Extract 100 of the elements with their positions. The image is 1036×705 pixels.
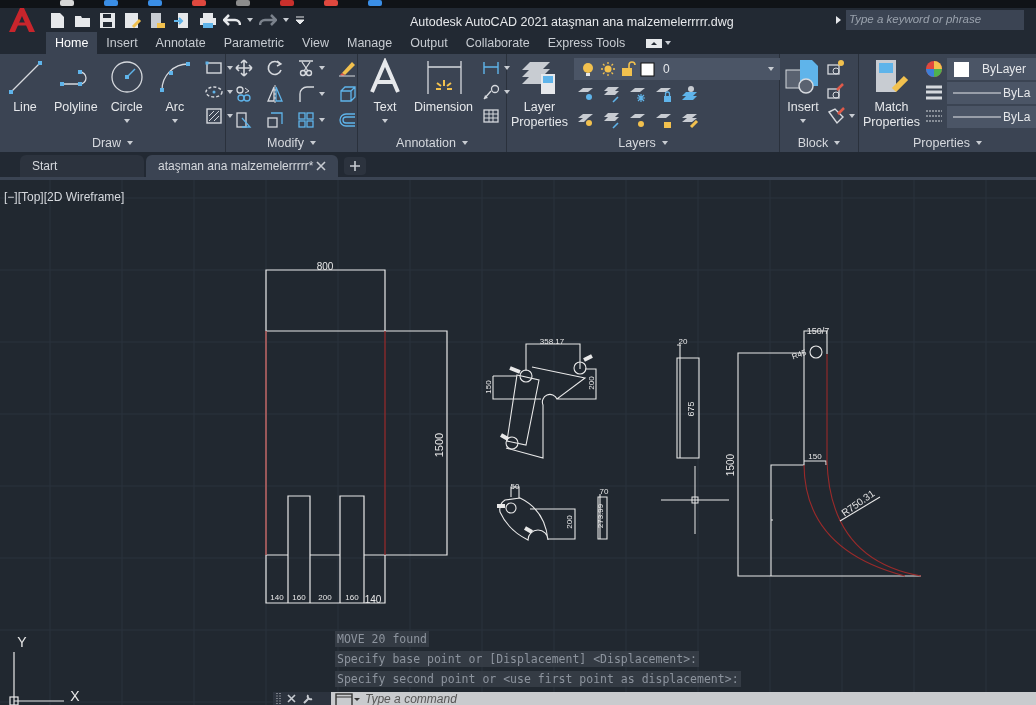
lightbulb-icon[interactable] <box>580 61 596 77</box>
caret-icon[interactable] <box>226 90 233 94</box>
caret-icon[interactable] <box>382 119 388 123</box>
panel-title[interactable]: Annotation <box>396 133 456 153</box>
caret-icon[interactable] <box>226 114 233 118</box>
fillet-icon[interactable] <box>296 84 316 104</box>
move-icon[interactable] <box>234 58 254 78</box>
tool-button[interactable]: Match Properties <box>861 54 922 132</box>
autocad-logo-icon[interactable] <box>7 6 37 34</box>
array-icon[interactable] <box>296 110 316 130</box>
tool-button[interactable]: Text <box>364 54 406 132</box>
table-icon[interactable] <box>481 106 502 126</box>
ribbon-tab[interactable]: Insert <box>97 32 147 54</box>
mirror-icon[interactable] <box>265 84 285 104</box>
search-field[interactable]: Type a keyword or phrase <box>846 10 1024 30</box>
print-icon[interactable] <box>198 10 217 30</box>
taskbar-icon[interactable] <box>104 0 118 6</box>
taskbar-icon[interactable] <box>192 0 206 6</box>
property-dropdown[interactable]: ByLa <box>947 106 1036 128</box>
caret-icon[interactable] <box>768 67 774 71</box>
caret-icon[interactable] <box>849 114 855 118</box>
tool-button[interactable]: Line <box>4 54 46 132</box>
ribbon-tab[interactable]: View <box>293 32 338 54</box>
caret-icon[interactable] <box>319 118 325 122</box>
close-icon[interactable] <box>287 692 296 705</box>
taskbar-icon[interactable] <box>60 0 74 6</box>
caret-icon[interactable] <box>309 141 316 145</box>
tool-button[interactable]: Arc <box>153 54 196 132</box>
open-from-web-icon[interactable] <box>148 10 167 30</box>
panel-title[interactable]: Block <box>797 133 829 153</box>
caret-icon[interactable] <box>665 41 672 45</box>
create-block-icon[interactable] <box>826 58 846 78</box>
caret-icon[interactable] <box>661 141 668 145</box>
taskbar-icon[interactable] <box>324 0 338 6</box>
taskbar-icon[interactable] <box>280 0 294 6</box>
taskbar-icon[interactable] <box>236 0 250 6</box>
caret-icon[interactable] <box>319 66 325 70</box>
rotate-icon[interactable] <box>265 58 285 78</box>
lineweight-icon[interactable] <box>924 83 944 103</box>
ribbon-tab[interactable]: Collaborate <box>456 32 539 54</box>
caret-icon[interactable] <box>800 119 806 123</box>
document-tab[interactable]: ataşman ana malzemelerrrrr* <box>146 155 338 177</box>
tool-button[interactable]: Layer Properties <box>509 54 570 132</box>
stretch-icon[interactable] <box>234 110 254 130</box>
tool-button[interactable]: Dimension <box>412 54 476 132</box>
wrench-icon[interactable] <box>302 692 313 705</box>
caret-icon[interactable] <box>504 66 511 70</box>
caret-icon[interactable] <box>504 90 511 94</box>
taskbar-icon[interactable] <box>148 0 162 6</box>
caret-icon[interactable] <box>319 92 325 96</box>
scale-icon[interactable] <box>265 110 285 130</box>
caret-icon[interactable] <box>976 141 982 145</box>
attribute-icon[interactable] <box>826 106 846 126</box>
customize-icon[interactable] <box>295 15 305 25</box>
save-icon[interactable] <box>98 10 117 30</box>
layer-dropdown[interactable]: 0 <box>574 58 780 80</box>
tool-button[interactable]: Circle <box>105 54 148 132</box>
layer-arrow-icon[interactable] <box>602 110 622 130</box>
sun-icon[interactable] <box>600 61 616 77</box>
panel-title[interactable]: Properties <box>913 133 970 153</box>
caret-icon[interactable] <box>123 119 130 123</box>
document-tab[interactable]: Start <box>20 155 144 177</box>
hatch-icon[interactable] <box>203 106 224 126</box>
command-prompt-icon[interactable] <box>335 692 361 705</box>
ribbon-tab[interactable]: Output <box>401 32 457 54</box>
caret-icon[interactable] <box>461 141 468 145</box>
layer-arrow-icon[interactable] <box>602 84 622 104</box>
new-tab-button[interactable] <box>344 157 366 175</box>
color-wheel-icon[interactable] <box>924 59 944 79</box>
panel-title[interactable]: Layers <box>618 133 656 153</box>
panel-title[interactable]: Modify <box>267 133 304 153</box>
ribbon-tab[interactable]: Express Tools <box>538 32 635 54</box>
save-as-icon[interactable] <box>123 10 142 30</box>
tool-button[interactable]: Polyline <box>52 54 100 132</box>
caret-icon[interactable] <box>834 141 841 145</box>
leader-icon[interactable] <box>481 82 502 102</box>
copy-icon[interactable] <box>234 84 254 104</box>
ribbon-tab[interactable]: Parametric <box>214 32 294 54</box>
property-dropdown[interactable]: ByLayer <box>947 58 1036 80</box>
ribbon-tab[interactable]: Home <box>46 32 98 54</box>
viewport-controls[interactable]: [−][Top][2D Wireframe] <box>4 188 125 206</box>
tool-button[interactable]: Insert <box>782 54 824 132</box>
edit-block-icon[interactable] <box>826 82 846 102</box>
caret-icon[interactable] <box>247 18 253 22</box>
unlocked-icon[interactable] <box>620 61 636 77</box>
close-icon[interactable] <box>316 161 326 171</box>
scissors-icon[interactable] <box>296 58 316 78</box>
panel-title[interactable]: Draw <box>91 133 122 153</box>
property-dropdown[interactable]: ByLa <box>947 82 1036 104</box>
new-file-icon[interactable] <box>48 10 67 30</box>
ribbon-tab[interactable]: Annotate <box>146 32 215 54</box>
caret-icon[interactable] <box>127 141 134 145</box>
ribbon-tab[interactable]: Manage <box>337 32 402 54</box>
expand-arrow-icon[interactable] <box>836 16 841 24</box>
box-icon[interactable] <box>337 84 357 104</box>
caret-icon[interactable] <box>226 66 233 70</box>
grip-icon[interactable] <box>276 692 281 705</box>
caret-icon[interactable] <box>283 18 289 22</box>
taskbar-icon[interactable] <box>368 0 382 6</box>
minimize-ribbon-icon[interactable] <box>646 38 663 48</box>
